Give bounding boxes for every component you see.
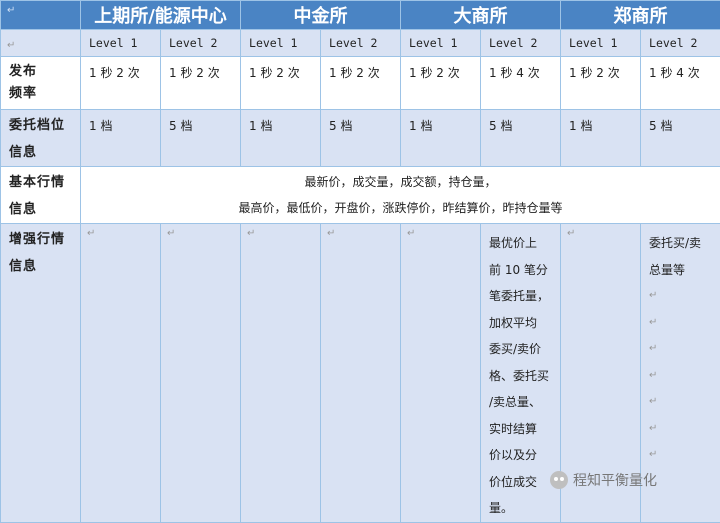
level-cell: Level 1 bbox=[401, 30, 481, 57]
paragraph-mark: ↵ bbox=[1, 1, 80, 16]
level-label: Level 2 bbox=[321, 36, 377, 50]
frequency-cell: 1 秒 4 次 bbox=[641, 57, 720, 110]
enhanced-line: 总量等 bbox=[649, 257, 714, 284]
watermark: 程知平衡量化 bbox=[550, 466, 720, 494]
row-label-line: 频率 bbox=[9, 83, 80, 105]
enhanced-line: 委买/卖价 bbox=[489, 336, 554, 363]
level-label: Level 2 bbox=[481, 36, 537, 50]
level-cell: Level 1 bbox=[81, 30, 161, 57]
row-label-line: 增强行情 bbox=[9, 226, 80, 253]
frequency-cell: 1 秒 2 次 bbox=[81, 57, 161, 110]
basic-quote-line: 最高价，最低价，开盘价，涨跌停价，昨结算价，昨持仓量等 bbox=[81, 195, 720, 221]
enhanced-empty-cell: ↵ bbox=[321, 224, 401, 523]
enhanced-empty-cell: ↵ bbox=[401, 224, 481, 523]
order-levels-cell: 1 档 bbox=[241, 110, 321, 167]
basic-quote-line: 最新价，成交量，成交额，持仓量， bbox=[81, 169, 720, 195]
level-label: Level 2 bbox=[641, 36, 697, 50]
frequency-cell: 1 秒 2 次 bbox=[321, 57, 401, 110]
enhanced-line: 价以及分 bbox=[489, 442, 554, 469]
exchange-cffex: 中金所 bbox=[241, 1, 401, 30]
level-cell: Level 1 bbox=[241, 30, 321, 57]
level-label: Level 1 bbox=[401, 36, 457, 50]
basic-quote-row: 基本行情 信息 最新价，成交量，成交额，持仓量， 最高价，最低价，开盘价，涨跌停… bbox=[1, 167, 720, 224]
level-cell: Level 2 bbox=[161, 30, 241, 57]
corner-cell: ↵ bbox=[1, 1, 81, 30]
order-levels-cell: 5 档 bbox=[641, 110, 720, 167]
level-label: Level 1 bbox=[241, 36, 297, 50]
frequency-cell: 1 秒 2 次 bbox=[161, 57, 241, 110]
frequency-cell: 1 秒 4 次 bbox=[481, 57, 561, 110]
enhanced-line: 量。 bbox=[489, 495, 554, 522]
paragraph-mark: ↵ bbox=[1, 36, 80, 51]
exchange-dce: 大商所 bbox=[401, 1, 561, 30]
enhanced-line: 格、委托买 bbox=[489, 363, 554, 390]
exchange-shfe: 上期所/能源中心 bbox=[81, 1, 241, 30]
row-label-line: 委托档位 bbox=[9, 112, 80, 139]
enhanced-line: 委托买/卖 bbox=[649, 230, 714, 257]
enhanced-line: 前 10 笔分 bbox=[489, 257, 554, 284]
basic-quote-label: 基本行情 信息 bbox=[1, 167, 81, 224]
frequency-row: 发布 频率 1 秒 2 次 1 秒 2 次 1 秒 2 次 1 秒 2 次 1 … bbox=[1, 57, 720, 110]
order-levels-label: 委托档位 信息 bbox=[1, 110, 81, 167]
order-levels-cell: 1 档 bbox=[561, 110, 641, 167]
order-levels-row: 委托档位 信息 1 档 5 档 1 档 5 档 1 档 5 档 1 档 5 档 bbox=[1, 110, 720, 167]
order-levels-cell: 1 档 bbox=[401, 110, 481, 167]
enhanced-line: 价位成交 bbox=[489, 469, 554, 496]
level-row-label: ↵ bbox=[1, 30, 81, 57]
order-levels-cell: 5 档 bbox=[481, 110, 561, 167]
order-levels-cell: 5 档 bbox=[161, 110, 241, 167]
enhanced-line: 实时结算 bbox=[489, 416, 554, 443]
frequency-cell: 1 秒 2 次 bbox=[401, 57, 481, 110]
market-data-comparison-table: ↵ 上期所/能源中心 中金所 大商所 郑商所 ↵ Level 1 Level 2… bbox=[0, 0, 720, 523]
order-levels-cell: 5 档 bbox=[321, 110, 401, 167]
watermark-text: 程知平衡量化 bbox=[573, 470, 657, 490]
level-row: ↵ Level 1 Level 2 Level 1 Level 2 Level … bbox=[1, 30, 720, 57]
level-label: Level 1 bbox=[81, 36, 137, 50]
level-cell: Level 1 bbox=[561, 30, 641, 57]
enhanced-empty-cell: ↵ bbox=[161, 224, 241, 523]
level-label: Level 1 bbox=[561, 36, 617, 50]
row-label-line: 基本行情 bbox=[9, 169, 80, 196]
order-levels-cell: 1 档 bbox=[81, 110, 161, 167]
row-label-line: 信息 bbox=[9, 139, 80, 166]
enhanced-quote-label: 增强行情 信息 bbox=[1, 224, 81, 523]
frequency-cell: 1 秒 2 次 bbox=[241, 57, 321, 110]
exchange-header-row: ↵ 上期所/能源中心 中金所 大商所 郑商所 bbox=[1, 1, 720, 30]
enhanced-line: /卖总量、 bbox=[489, 389, 554, 416]
level-cell: Level 2 bbox=[641, 30, 720, 57]
row-label-line: 信息 bbox=[9, 253, 80, 280]
frequency-cell: 1 秒 2 次 bbox=[561, 57, 641, 110]
basic-quote-content: 最新价，成交量，成交额，持仓量， 最高价，最低价，开盘价，涨跌停价，昨结算价，昨… bbox=[81, 167, 720, 224]
row-label-line: 发布 bbox=[9, 61, 80, 83]
enhanced-dce-l2: 最优价上 前 10 笔分 笔委托量， 加权平均 委买/卖价 格、委托买 /卖总量… bbox=[481, 224, 561, 523]
enhanced-line: 笔委托量， bbox=[489, 283, 554, 310]
enhanced-empty-cell: ↵ bbox=[81, 224, 161, 523]
level-cell: Level 2 bbox=[321, 30, 401, 57]
exchange-czce: 郑商所 bbox=[561, 1, 720, 30]
enhanced-line: 最优价上 bbox=[489, 230, 554, 257]
level-cell: Level 2 bbox=[481, 30, 561, 57]
enhanced-empty-cell: ↵ bbox=[241, 224, 321, 523]
row-label-line: 信息 bbox=[9, 196, 80, 223]
frequency-label: 发布 频率 bbox=[1, 57, 81, 110]
level-label: Level 2 bbox=[161, 36, 217, 50]
wechat-icon bbox=[550, 471, 568, 489]
enhanced-line: 加权平均 bbox=[489, 310, 554, 337]
